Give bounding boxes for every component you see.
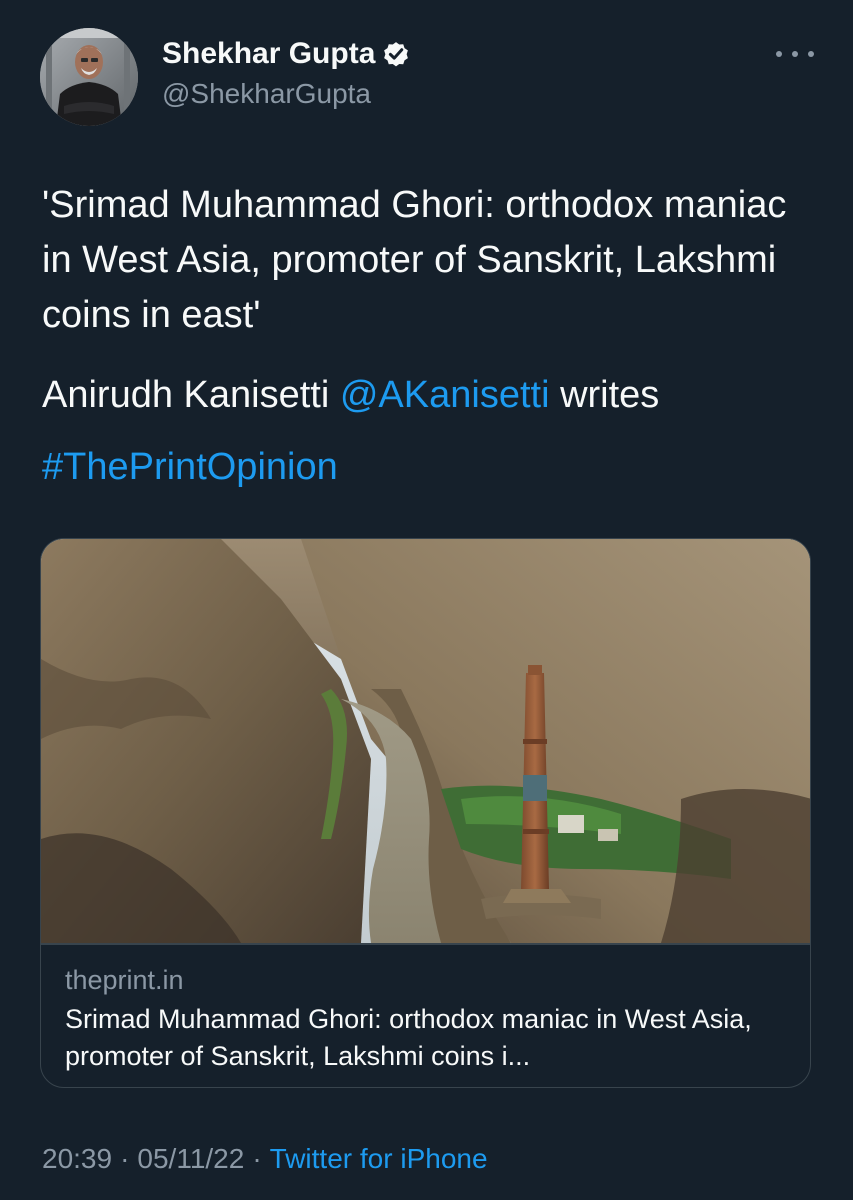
tweet-hashtag-line: #ThePrintOpinion xyxy=(42,442,338,492)
tweet-byline: Anirudh Kanisetti @AKanisetti writes xyxy=(42,370,659,420)
card-image xyxy=(41,539,810,943)
more-dot xyxy=(776,51,782,57)
hashtag-link[interactable]: #ThePrintOpinion xyxy=(42,446,338,488)
mention-link[interactable]: @AKanisetti xyxy=(340,374,550,416)
tweet-text: 'Srimad Muhammad Ghori: orthodox maniac … xyxy=(42,184,787,336)
tweet-time[interactable]: 20:39 xyxy=(42,1143,112,1174)
card-title: Srimad Muhammad Ghori: orthodox maniac i… xyxy=(65,1004,752,1071)
author-handle[interactable]: @ShekharGupta xyxy=(162,76,371,112)
more-options-icon[interactable] xyxy=(776,42,814,66)
tweet-date[interactable]: 05/11/22 xyxy=(137,1143,244,1174)
more-dot xyxy=(808,51,814,57)
verified-badge-icon xyxy=(384,42,409,67)
author-name[interactable]: Shekhar Gupta xyxy=(162,34,375,74)
card-divider xyxy=(41,943,810,945)
tweet-metadata: 20:39 · 05/11/22 · Twitter for iPhone xyxy=(42,1140,488,1178)
card-domain: theprint.in xyxy=(65,965,184,995)
avatar[interactable] xyxy=(40,28,138,126)
link-card[interactable]: theprint.in Srimad Muhammad Ghori: ortho… xyxy=(40,538,811,1088)
avatar-image xyxy=(40,28,138,126)
tweet-source[interactable]: Twitter for iPhone xyxy=(270,1143,488,1174)
byline-prefix: Anirudh Kanisetti xyxy=(42,374,340,416)
author-name-row[interactable]: Shekhar Gupta xyxy=(162,34,411,74)
byline-suffix: writes xyxy=(549,374,660,416)
meta-separator: · xyxy=(120,1143,130,1174)
meta-separator: · xyxy=(252,1143,262,1174)
more-dot xyxy=(792,51,798,57)
